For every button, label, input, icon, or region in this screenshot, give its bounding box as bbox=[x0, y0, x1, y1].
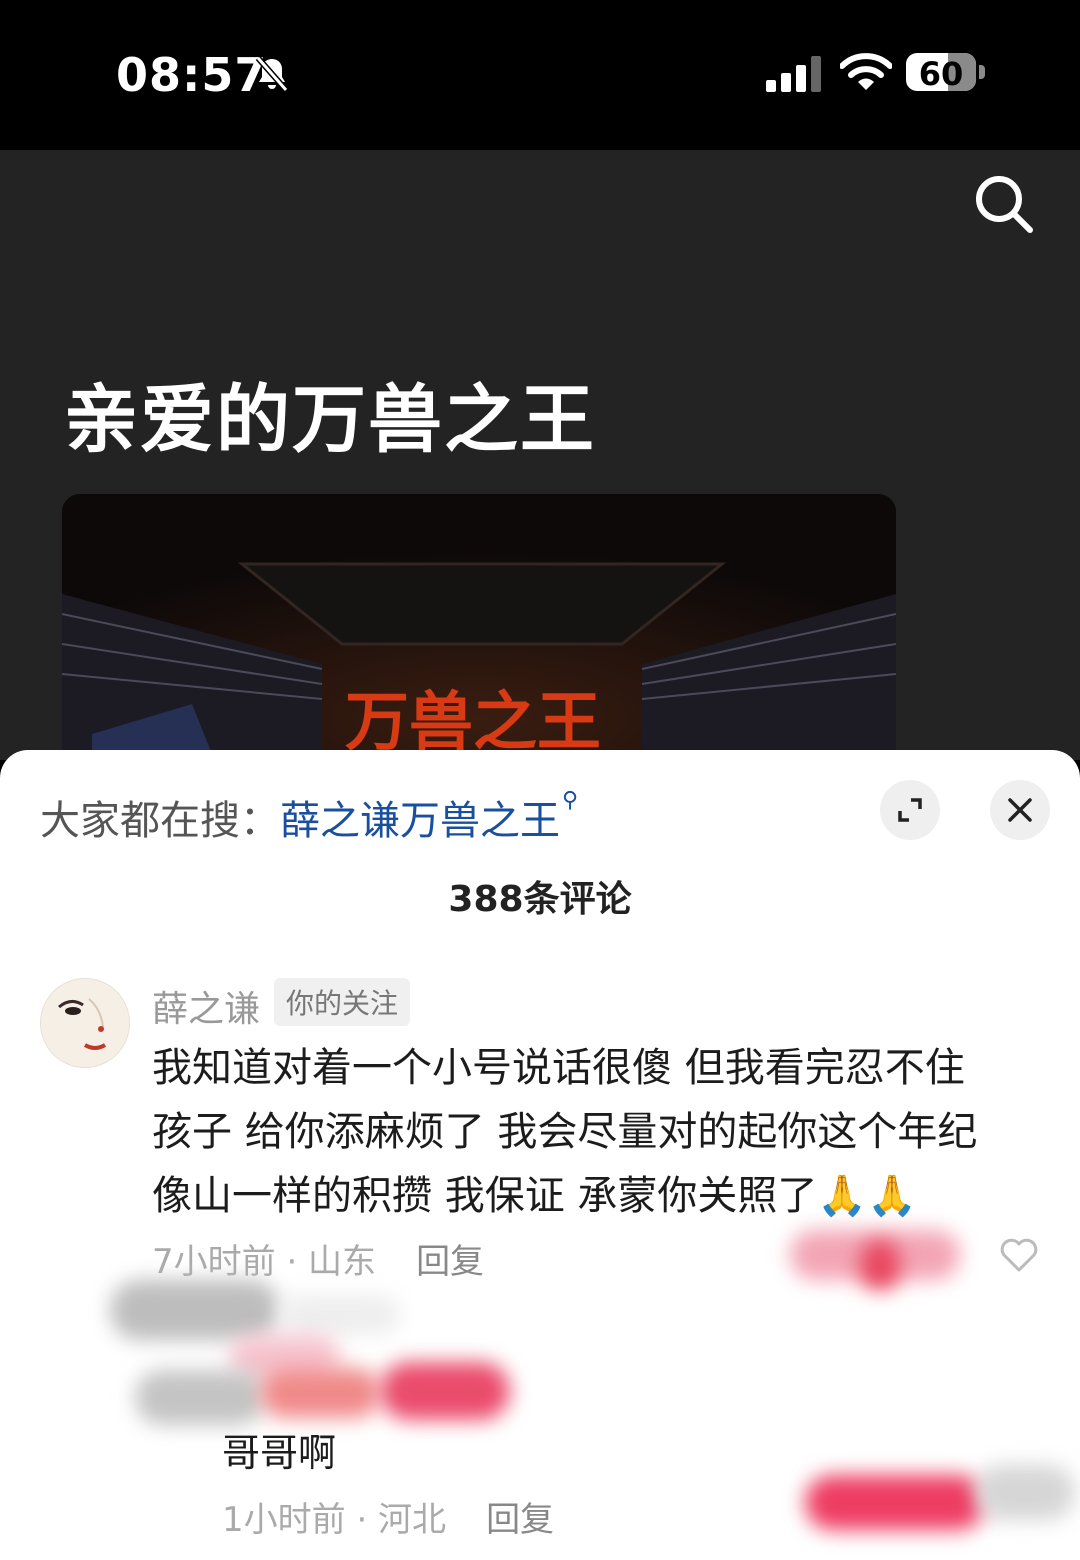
concert-stage-image: 万兽之王 bbox=[62, 494, 896, 774]
reply-body: 哥哥啊 bbox=[222, 1431, 337, 1475]
bell-slash-icon bbox=[255, 56, 289, 92]
reply-meta: 1小时前 · 河北 回复 bbox=[222, 1492, 554, 1541]
comments-sheet: 大家都在搜：薛之谦万兽之王⚲ 388条评论 薛之谦 你的关注 我知道对着一个小号… bbox=[0, 750, 1080, 1560]
battery-nub bbox=[979, 65, 985, 79]
signal-icon bbox=[766, 56, 821, 92]
status-time: 08:57 bbox=[116, 48, 268, 102]
close-button[interactable] bbox=[990, 780, 1050, 840]
redacted-blur bbox=[805, 1475, 985, 1530]
close-icon bbox=[1008, 798, 1032, 822]
redacted-blur bbox=[860, 1240, 900, 1290]
redacted-blur bbox=[260, 1368, 380, 1418]
comment-line: 像山一样的积攒 我保证 承蒙你关照了🙏🙏 bbox=[152, 1173, 918, 1219]
heart-icon[interactable] bbox=[998, 1234, 1040, 1276]
video-cover[interactable]: 万兽之王 bbox=[62, 494, 896, 774]
reply-time-location: 1小时前 · 河北 bbox=[222, 1500, 447, 1540]
redacted-blur bbox=[280, 1295, 400, 1335]
page-title: 亲爱的万兽之王 bbox=[64, 377, 596, 463]
comment-username[interactable]: 薛之谦 bbox=[152, 980, 260, 1032]
reply-button[interactable]: 回复 bbox=[416, 1242, 484, 1282]
wifi-icon bbox=[840, 53, 892, 90]
redacted-blur bbox=[975, 1465, 1075, 1520]
avatar-face-image bbox=[41, 979, 129, 1067]
expand-button[interactable] bbox=[880, 780, 940, 840]
search-small-icon: ⚲ bbox=[562, 788, 579, 813]
comment-line: 我知道对着一个小号说话很傻 但我看完忍不住 bbox=[152, 1045, 965, 1091]
avatar[interactable] bbox=[40, 978, 130, 1068]
search-icon[interactable] bbox=[970, 170, 1038, 238]
video-page: 亲爱的万兽之王 万兽之王 bbox=[0, 150, 1080, 774]
comment-time-location: 7小时前 · 山东 bbox=[152, 1242, 377, 1282]
comment-line: 孩子 给你添麻烦了 我会尽量对的起你这个年纪 bbox=[152, 1109, 978, 1155]
trending-search-prefix: 大家都在搜： bbox=[40, 798, 280, 844]
reply-button[interactable]: 回复 bbox=[486, 1500, 554, 1540]
trending-search-keyword[interactable]: 薛之谦万兽之王 bbox=[280, 798, 560, 844]
redacted-blur bbox=[110, 1280, 280, 1340]
comment-meta: 7小时前 · 山东 回复 bbox=[152, 1234, 484, 1283]
following-badge: 你的关注 bbox=[274, 978, 411, 1026]
comment-body: 我知道对着一个小号说话很傻 但我看完忍不住 孩子 给你添麻烦了 我会尽量对的起你… bbox=[152, 1036, 1032, 1228]
battery-icon: 60 bbox=[906, 53, 976, 91]
redacted-blur bbox=[135, 1370, 265, 1425]
comment-count: 388条评论 bbox=[448, 879, 632, 920]
trending-search[interactable]: 大家都在搜：薛之谦万兽之王⚲ bbox=[40, 788, 578, 846]
status-bar: 08:57 60 bbox=[0, 0, 1080, 150]
battery-percent: 60 bbox=[918, 55, 964, 91]
expand-icon bbox=[898, 798, 922, 822]
redacted-blur bbox=[380, 1362, 510, 1420]
svg-text:万兽之王: 万兽之王 bbox=[345, 685, 601, 760]
